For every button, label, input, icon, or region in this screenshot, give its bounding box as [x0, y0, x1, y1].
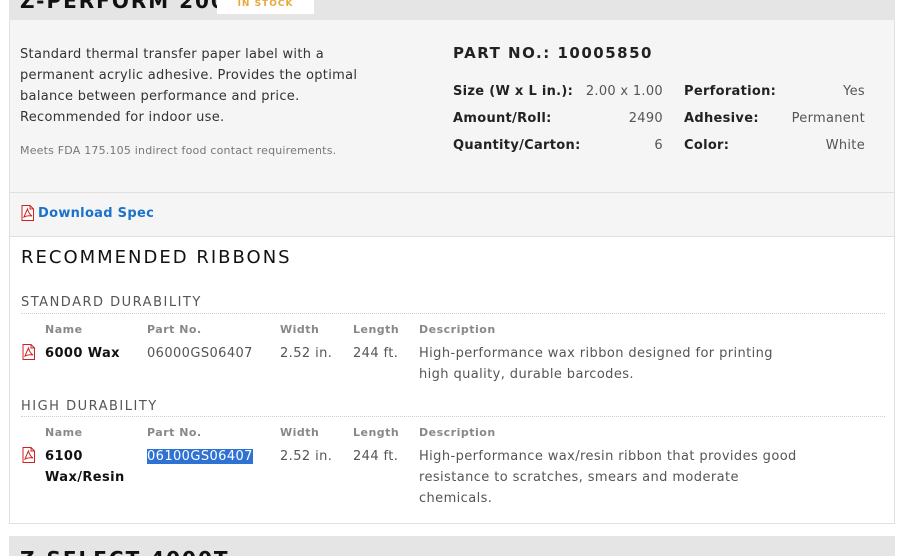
ribbon-width: 2.52 in. [280, 449, 333, 464]
spec-row-quantity: Quantity/Carton: 6 Color: White [453, 136, 883, 156]
ribbon-name: 6000 Wax [45, 346, 120, 361]
ribbons-title: RECOMMENDED RIBBONS [21, 247, 292, 268]
col-head-description: Description [419, 426, 496, 439]
selected-text: 06100GS06407 [147, 449, 253, 464]
spec-row-amount: Amount/Roll: 2490 Adhesive: Permanent [453, 109, 883, 129]
part-number: PART NO.: 10005850 [453, 44, 653, 62]
spec-label-perforation: Perforation: [684, 84, 777, 99]
ribbon-part-no-selected[interactable]: 06100GS06407 [147, 446, 253, 467]
col-head-name: Name [45, 323, 83, 336]
ribbon-length: 244 ft. [353, 346, 399, 361]
download-spec-link[interactable]: Download Spec [20, 205, 154, 221]
col-head-width: Width [280, 426, 320, 439]
col-head-length: Length [353, 323, 400, 336]
spec-label-amount: Amount/Roll: [453, 111, 552, 126]
spec-value-adhesive: Permanent [791, 111, 865, 126]
pdf-icon[interactable] [21, 447, 36, 463]
ribbon-part-no: 06000GS06407 [147, 346, 253, 361]
next-product-title: Z-SELECT 4000T [20, 547, 230, 556]
download-spec-label: Download Spec [38, 205, 155, 221]
group-divider [21, 416, 885, 417]
spec-label-color: Color: [684, 138, 730, 153]
spec-row-size: Size (W x L in.): 2.00 x 1.00 Perforatio… [453, 82, 883, 102]
product-description: Standard thermal transfer paper label wi… [20, 47, 358, 125]
spec-value-amount: 2490 [628, 111, 663, 126]
col-head-description: Description [419, 323, 496, 336]
ribbon-description: High-performance wax ribbon designed for… [419, 346, 773, 382]
col-head-part-no: Part No. [147, 426, 202, 439]
spec-label-quantity: Quantity/Carton: [453, 138, 581, 153]
download-bar: Download Spec [9, 192, 895, 237]
fda-note: Meets FDA 175.105 indirect food contact … [20, 144, 337, 157]
group-title-high: HIGH DURABILITY [21, 399, 158, 414]
product-info-panel: Standard thermal transfer paper label wi… [9, 20, 895, 192]
col-head-name: Name [45, 426, 83, 439]
ribbon-width: 2.52 in. [280, 346, 333, 361]
group-divider [21, 313, 885, 314]
group-title-standard: STANDARD DURABILITY [21, 295, 202, 310]
spec-value-color: White [825, 138, 865, 153]
next-product-header: Z-SELECT 4000T [9, 536, 895, 556]
pdf-icon[interactable] [21, 344, 36, 360]
col-head-part-no: Part No. [147, 323, 202, 336]
spec-label-size: Size (W x L in.): [453, 84, 574, 99]
pdf-icon [20, 205, 35, 221]
ribbon-length: 244 ft. [353, 449, 399, 464]
ribbon-name: 6100 Wax/Resin [45, 449, 125, 485]
col-head-length: Length [353, 426, 400, 439]
stock-badge: IN STOCK [217, 0, 314, 14]
spec-value-size: 2.00 x 1.00 [585, 84, 663, 99]
col-head-width: Width [280, 323, 320, 336]
product-header: Z-PERFORM 2000T IN STOCK [9, 0, 895, 20]
spec-value-perforation: Yes [843, 84, 865, 99]
recommended-ribbons-section: RECOMMENDED RIBBONS STANDARD DURABILITY … [9, 237, 895, 524]
spec-value-quantity: 6 [654, 138, 663, 153]
spec-label-adhesive: Adhesive: [684, 111, 759, 126]
ribbon-description: High-performance wax/resin ribbon that p… [419, 449, 797, 506]
